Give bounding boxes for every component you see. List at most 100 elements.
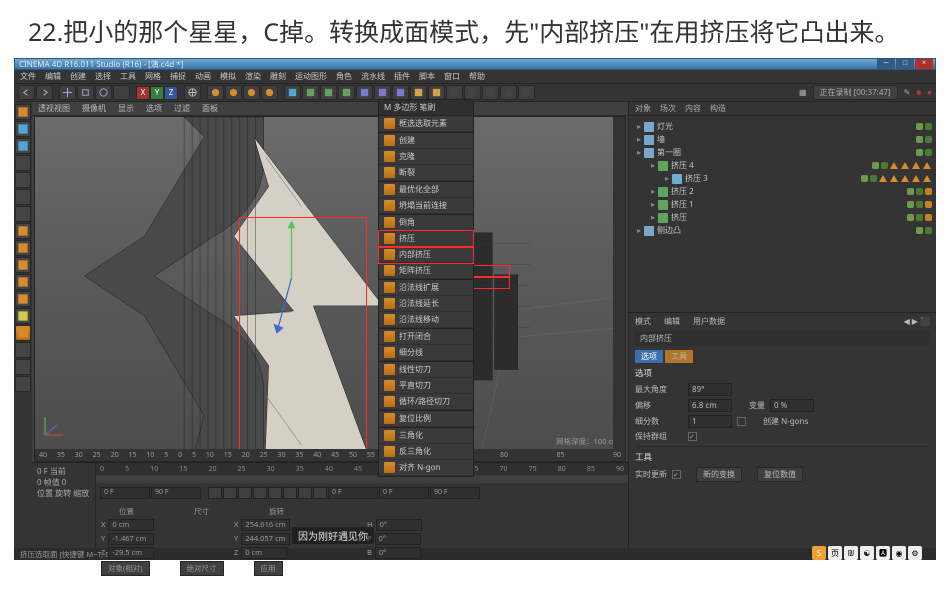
prim-btn-8[interactable] xyxy=(428,85,445,100)
scene-item[interactable]: ▸挤压 2 xyxy=(633,185,932,198)
scene-item[interactable]: ▸挤压 3 xyxy=(633,172,932,185)
ctx-框选选取元素[interactable]: 框选选取元素 xyxy=(379,116,473,132)
ctx-线性切刀[interactable]: 线性切刀 xyxy=(379,362,473,378)
mode-btn-11[interactable] xyxy=(15,291,31,307)
menu-流水线[interactable]: 流水线 xyxy=(361,71,385,82)
mode-btn-0[interactable] xyxy=(15,104,31,120)
mode-btn-7[interactable] xyxy=(15,223,31,239)
menu-捕捉[interactable]: 捕捉 xyxy=(170,71,186,82)
scene-item[interactable]: ▸挤压 xyxy=(633,211,932,224)
ctx-克隆[interactable]: 克隆 xyxy=(379,149,473,165)
mode-btn-5[interactable] xyxy=(15,189,31,205)
prim-btn-1[interactable] xyxy=(302,85,319,100)
frame-field[interactable]: 0 F xyxy=(328,487,378,499)
brush-tool[interactable] xyxy=(113,85,130,100)
menu-选择[interactable]: 选择 xyxy=(95,71,111,82)
vp-tab[interactable]: 摄像机 xyxy=(82,103,106,114)
scene-item[interactable]: ▸灯光 xyxy=(633,120,932,133)
prim-btn-6[interactable] xyxy=(392,85,409,100)
frame-field[interactable]: 0 F xyxy=(379,487,429,499)
scene-item[interactable]: ▸挤压 1 xyxy=(633,198,932,211)
mode-btn-2[interactable] xyxy=(15,138,31,154)
frame-field[interactable]: 90 F xyxy=(151,487,201,499)
ctx-细分线[interactable]: 细分线 xyxy=(379,345,473,361)
mode-btn-4[interactable] xyxy=(15,172,31,188)
scale-tool[interactable] xyxy=(77,85,94,100)
rotate-tool[interactable] xyxy=(95,85,112,100)
vp-tab[interactable]: 选项 xyxy=(146,103,162,114)
mode-btn-12[interactable] xyxy=(15,308,31,324)
menu-帮助[interactable]: 帮助 xyxy=(469,71,485,82)
minimize-button[interactable]: ─ xyxy=(877,59,895,69)
redo-button[interactable] xyxy=(36,85,53,100)
prim-btn-10[interactable] xyxy=(464,85,481,100)
mode-btn-13[interactable] xyxy=(15,325,31,341)
attr-subtab[interactable]: 工具 xyxy=(665,350,693,363)
render-btn-3[interactable] xyxy=(261,85,278,100)
attr-subtab[interactable]: 选项 xyxy=(635,350,663,363)
menu-插件[interactable]: 插件 xyxy=(394,71,410,82)
obj-tab[interactable]: 场次 xyxy=(660,103,676,114)
scene-item[interactable]: ▸墙 xyxy=(633,133,932,146)
menu-工具[interactable]: 工具 xyxy=(120,71,136,82)
obj-tab[interactable]: 对象 xyxy=(635,103,651,114)
vp-tab[interactable]: 过滤 xyxy=(174,103,190,114)
ctx-矩阵挤压[interactable]: 矩阵挤压 xyxy=(379,263,473,279)
ctx-复位比例[interactable]: 复位比例 xyxy=(379,411,473,427)
prim-btn-11[interactable] xyxy=(482,85,499,100)
frame-field[interactable]: 0 F xyxy=(100,487,150,499)
menu-雕刻[interactable]: 雕刻 xyxy=(270,71,286,82)
prim-btn-13[interactable] xyxy=(518,85,535,100)
mode-btn-16[interactable] xyxy=(15,376,31,392)
prim-btn-0[interactable] xyxy=(284,85,301,100)
undo-button[interactable] xyxy=(18,85,35,100)
ctx-打开闭合[interactable]: 打开闭合 xyxy=(379,329,473,345)
playback-btn[interactable] xyxy=(223,487,237,499)
prim-btn-5[interactable] xyxy=(374,85,391,100)
viewport-left[interactable]: 4035302520151050510152025303540455055 xyxy=(34,116,380,462)
context-menu[interactable]: M 多边形 笔刷框选选取元素创建克隆断裂最优化全部坍塌当前连接倒角挤压内部挤压矩… xyxy=(378,99,474,477)
prim-btn-4[interactable] xyxy=(356,85,373,100)
stop-record-icon[interactable]: ■ xyxy=(916,87,921,98)
mode-btn-9[interactable] xyxy=(15,257,31,273)
render-btn-1[interactable] xyxy=(225,85,242,100)
frame-field[interactable]: 90 F xyxy=(430,487,480,499)
playback-btn[interactable] xyxy=(208,487,222,499)
axis-lock[interactable]: XYZ xyxy=(136,86,178,100)
layout-icon[interactable]: ▦ xyxy=(799,87,807,98)
vp-tab[interactable]: 面板 xyxy=(202,103,218,114)
mode-btn-6[interactable] xyxy=(15,206,31,222)
prim-btn-2[interactable] xyxy=(320,85,337,100)
vp-tab[interactable]: 透视视图 xyxy=(38,103,70,114)
mode-btn-3[interactable] xyxy=(15,155,31,171)
menu-角色[interactable]: 角色 xyxy=(336,71,352,82)
mode-btn-8[interactable] xyxy=(15,240,31,256)
ctx-倒角[interactable]: 倒角 xyxy=(379,215,473,231)
render-btn-0[interactable] xyxy=(207,85,224,100)
mode-btn-15[interactable] xyxy=(15,359,31,375)
scene-item[interactable]: ▸侧边凸 xyxy=(633,224,932,237)
prim-btn-9[interactable] xyxy=(446,85,463,100)
mode-btn-1[interactable] xyxy=(15,121,31,137)
obj-tab[interactable]: 内容 xyxy=(685,103,701,114)
world-toggle[interactable] xyxy=(184,85,201,100)
scene-item[interactable]: ▸第一圈 xyxy=(633,146,932,159)
playback-btn[interactable] xyxy=(238,487,252,499)
menu-窗口[interactable]: 窗口 xyxy=(444,71,460,82)
menu-编辑[interactable]: 编辑 xyxy=(45,71,61,82)
vp-tab[interactable]: 显示 xyxy=(118,103,134,114)
playback-btn[interactable] xyxy=(268,487,282,499)
menu-脚本[interactable]: 脚本 xyxy=(419,71,435,82)
ctx-沿法线延长[interactable]: 沿法线延长 xyxy=(379,296,473,312)
record-icon[interactable]: ● xyxy=(927,87,932,98)
menu-渲染[interactable]: 渲染 xyxy=(245,71,261,82)
mode-btn-14[interactable] xyxy=(15,342,31,358)
ctx-创建[interactable]: 创建 xyxy=(379,133,473,149)
ctx-对齐 N-gon[interactable]: 对齐 N-gon xyxy=(379,460,473,476)
ctx-三角化[interactable]: 三角化 xyxy=(379,428,473,444)
ctx-断裂[interactable]: 断裂 xyxy=(379,165,473,181)
ctx-挤压[interactable]: 挤压 xyxy=(379,231,473,247)
ctx-循环/路径切刀[interactable]: 循环/路径切刀 xyxy=(379,394,473,410)
mode-btn-10[interactable] xyxy=(15,274,31,290)
menu-网格[interactable]: 网格 xyxy=(145,71,161,82)
